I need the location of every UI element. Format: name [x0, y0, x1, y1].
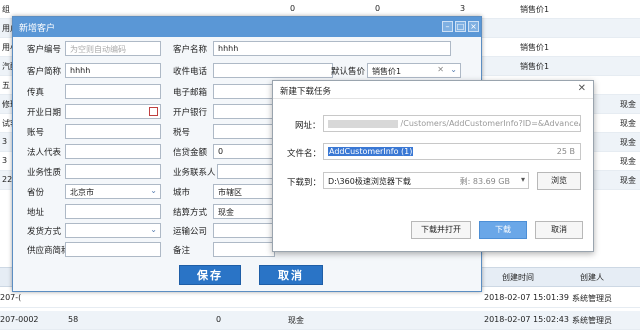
free-space: 剩: 83.69 GB: [459, 177, 510, 186]
dialog-title: 新增客户: [19, 24, 56, 34]
fax-label: 传真: [27, 88, 45, 98]
add-customer-titlebar[interactable]: 新增客户 – □ ×: [13, 17, 481, 37]
remark-label: 备注: [173, 246, 191, 256]
download-task-dialog: 新建下载任务 ✕ 网址： /Customers/AddCustomerInfo?…: [272, 80, 594, 252]
url-label: 网址：: [295, 121, 321, 131]
address-label: 地址: [27, 208, 45, 218]
settle-label: 结算方式: [173, 208, 208, 218]
url-value: /Customers/AddCustomerInfo?ID=&AdvanceAm…: [400, 119, 580, 128]
bank-label: 开户银行: [173, 108, 208, 118]
address-input[interactable]: [65, 204, 161, 219]
saveto-label: 下载到：: [287, 178, 322, 188]
city-select[interactable]: 市辖区: [213, 184, 275, 199]
credit-input[interactable]: 0: [213, 144, 275, 159]
download-dialog-title: 新建下载任务: [280, 87, 332, 97]
credit-label: 信贷金额: [173, 148, 208, 158]
download-cancel-button[interactable]: 取消: [535, 221, 583, 239]
supplier-label: 供应商简称: [27, 246, 70, 256]
province-label: 省份: [27, 188, 45, 198]
contact-input[interactable]: [217, 164, 275, 179]
blurred-url-text: [328, 119, 398, 128]
saveto-path: D:\360极速浏览器下载: [328, 177, 411, 186]
customer-short-input[interactable]: hhhh: [65, 63, 161, 78]
legal-input[interactable]: [65, 144, 161, 159]
account-input[interactable]: [65, 124, 161, 139]
browse-button[interactable]: 浏览: [537, 172, 581, 190]
cancel-button[interactable]: 取消: [259, 265, 323, 285]
close-icon[interactable]: ✕: [578, 83, 586, 94]
remark-input[interactable]: [213, 242, 275, 257]
default-price-select[interactable]: 销售价1 ✕ ⌄: [367, 63, 461, 78]
filename-field[interactable]: AddCustomerInfo (1) 25 B: [323, 143, 581, 160]
save-button[interactable]: 保存: [179, 265, 241, 285]
chevron-down-icon[interactable]: ⌄: [150, 186, 157, 195]
default-price-label: 默认售价: [331, 67, 366, 77]
legal-label: 法人代表: [27, 148, 62, 158]
logistics-label: 运输公司: [173, 227, 208, 237]
clear-icon[interactable]: ✕: [437, 65, 444, 74]
account-label: 账号: [27, 128, 45, 138]
dropdown-arrow-icon[interactable]: ▾: [521, 175, 525, 184]
phone-label: 收件电话: [173, 67, 208, 77]
province-select[interactable]: 北京市 ⌄: [65, 184, 161, 199]
city-value: 市辖区: [218, 188, 242, 197]
email-label: 电子邮箱: [173, 88, 208, 98]
email-input[interactable]: [213, 84, 275, 99]
customer-code-label: 客户编号: [27, 45, 62, 55]
table-row: 207-0002 58 0 现金 2018-02-07 15:02:43 系统管…: [0, 311, 640, 330]
url-field[interactable]: /Customers/AddCustomerInfo?ID=&AdvanceAm…: [323, 115, 581, 132]
maximize-icon[interactable]: □: [455, 21, 466, 32]
settle-select[interactable]: 现金: [213, 204, 275, 219]
chevron-down-icon[interactable]: ⌄: [450, 65, 457, 74]
open-date-label: 开业日期: [27, 108, 62, 118]
filesize: 25 B: [556, 147, 575, 156]
download-button[interactable]: 下载: [479, 221, 527, 239]
logistics-input[interactable]: [213, 223, 275, 238]
customer-name-label: 客户名称: [173, 45, 208, 55]
sales-nature-input[interactable]: [65, 164, 161, 179]
province-value: 北京市: [70, 188, 94, 197]
calendar-icon[interactable]: [149, 107, 158, 116]
settle-value: 现金: [218, 208, 234, 217]
customer-name-input[interactable]: hhhh: [213, 41, 451, 56]
ship-label: 发货方式: [27, 227, 62, 237]
saveto-field[interactable]: D:\360极速浏览器下载 剩: 83.69 GB ▾: [323, 172, 529, 189]
city-label: 城市: [173, 188, 191, 198]
bank-input[interactable]: [213, 104, 275, 119]
open-date-input[interactable]: [65, 104, 161, 119]
fax-input[interactable]: [65, 84, 161, 99]
download-dialog-titlebar[interactable]: 新建下载任务 ✕: [273, 81, 593, 99]
filename-value: AddCustomerInfo (1): [328, 147, 414, 156]
contact-label: 业务联系人: [173, 168, 216, 178]
ship-select[interactable]: ⌄: [65, 223, 161, 238]
minimize-icon[interactable]: –: [442, 21, 453, 32]
filename-label: 文件名：: [287, 149, 322, 159]
default-price-value: 销售价1: [372, 67, 402, 76]
download-and-open-button[interactable]: 下载并打开: [411, 221, 471, 239]
tax-label: 税号: [173, 128, 191, 138]
phone-input[interactable]: [213, 63, 333, 78]
customer-short-label: 客户简称: [27, 67, 62, 77]
tax-input[interactable]: [213, 124, 275, 139]
supplier-input[interactable]: [65, 242, 161, 257]
chevron-down-icon[interactable]: ⌄: [150, 225, 157, 234]
customer-code-input[interactable]: 为空则自动编码: [65, 41, 161, 56]
close-icon[interactable]: ×: [468, 21, 479, 32]
sales-nature-label: 业务性质: [27, 168, 62, 178]
